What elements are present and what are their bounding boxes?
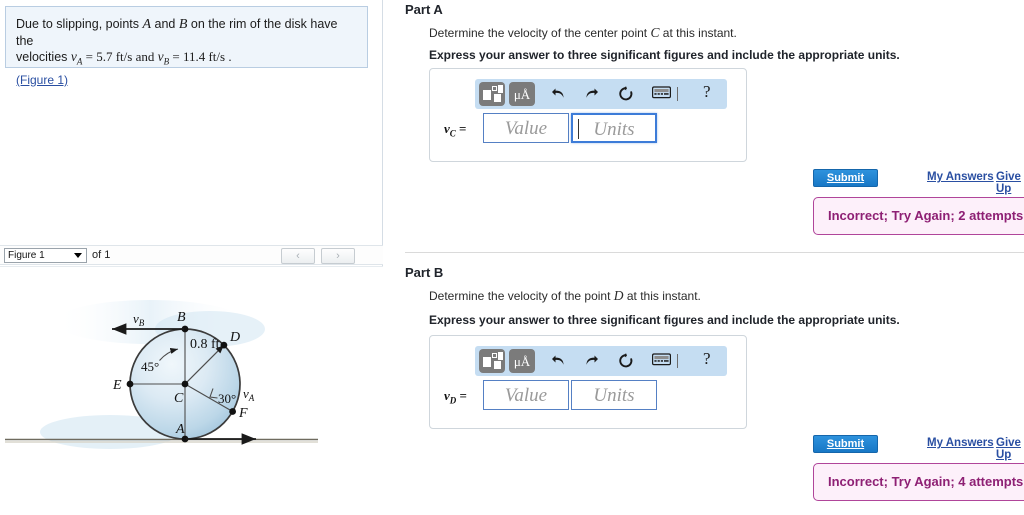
chevron-down-icon bbox=[74, 253, 82, 258]
part-a-feedback-message: Incorrect; Try Again; 2 attempts remaini… bbox=[813, 197, 1024, 235]
label-point-D: D bbox=[229, 330, 240, 345]
problem-page: Due to slipping, points A and B on the r… bbox=[0, 0, 1024, 514]
reset-icon[interactable] bbox=[615, 350, 637, 372]
label-point-E: E bbox=[112, 378, 122, 393]
undo-icon[interactable] bbox=[547, 350, 569, 372]
question-statement-box: Due to slipping, points A and B on the r… bbox=[5, 6, 368, 87]
point-D-dot bbox=[220, 341, 228, 349]
part-a-answer-box: μÅ ? vC = Value Units bbox=[429, 68, 747, 162]
part-b-submit-button[interactable]: Submit bbox=[813, 435, 878, 453]
toolbar-divider bbox=[677, 87, 678, 101]
part-a-instruction: Express your answer to three significant… bbox=[429, 48, 900, 62]
question-line2-part2: = 5.7 ft/s and bbox=[82, 49, 158, 64]
part-b-prompt-post: at this instant. bbox=[623, 289, 701, 303]
part-a-prompt-post: at this instant. bbox=[659, 26, 737, 40]
label-radius: 0.8 ft bbox=[190, 337, 220, 352]
help-icon[interactable]: ? bbox=[703, 82, 711, 102]
part-a-prompt: Determine the velocity of the center poi… bbox=[429, 25, 737, 41]
reset-icon[interactable] bbox=[615, 83, 637, 105]
part-a-my-answers-link[interactable]: My Answers bbox=[927, 171, 994, 183]
question-var-A: A bbox=[142, 17, 152, 32]
part-a-toolbar: μÅ ? bbox=[475, 79, 727, 109]
question-vB-symbol: vB bbox=[157, 49, 170, 67]
question-text: Due to slipping, points A and B on the r… bbox=[16, 16, 357, 88]
figure-canvas: vB vA B A E C D F 0.8 ft 45° 30° bbox=[0, 266, 383, 514]
label-point-A: A bbox=[175, 422, 185, 437]
redo-icon[interactable] bbox=[581, 83, 603, 105]
undo-icon[interactable] bbox=[547, 83, 569, 105]
question-line1-part1: Due to slipping, points bbox=[16, 17, 143, 31]
part-a-title: Part A bbox=[405, 2, 443, 17]
point-F-dot bbox=[229, 408, 237, 415]
label-point-F: F bbox=[238, 406, 248, 421]
label-vA: vA bbox=[243, 386, 255, 403]
question-line2-part1: velocities bbox=[16, 50, 71, 64]
figure-count-label: of 1 bbox=[92, 249, 111, 261]
part-a-value-input[interactable]: Value bbox=[483, 113, 569, 143]
label-point-B: B bbox=[177, 310, 186, 325]
units-micro-icon[interactable]: μÅ bbox=[509, 82, 535, 106]
redo-icon[interactable] bbox=[581, 350, 603, 372]
part-b-title: Part B bbox=[405, 265, 444, 280]
part-b-value-input[interactable]: Value bbox=[483, 380, 569, 410]
figure-select-value: Figure 1 bbox=[8, 250, 45, 261]
part-a-give-up-link[interactable]: Give Up bbox=[996, 171, 1024, 195]
part-b-feedback-message: Incorrect; Try Again; 4 attempts remaini… bbox=[813, 463, 1024, 501]
toolbar-divider bbox=[677, 354, 678, 368]
question-line1-part2: and bbox=[151, 17, 179, 31]
part-b-my-answers-link[interactable]: My Answers bbox=[927, 437, 994, 449]
label-angle-45: 45° bbox=[141, 359, 159, 374]
keyboard-icon[interactable] bbox=[649, 350, 673, 372]
point-E-dot bbox=[126, 380, 134, 388]
keyboard-icon[interactable] bbox=[649, 83, 673, 105]
part-b-prompt-var: D bbox=[613, 288, 624, 303]
figure-prev-button[interactable]: ‹ bbox=[281, 248, 315, 264]
question-line2-part3: = 11.4 ft/s . bbox=[169, 49, 232, 64]
left-panel: Due to slipping, points A and B on the r… bbox=[0, 0, 383, 514]
template-layout-icon[interactable] bbox=[479, 349, 505, 373]
part-a-submit-button[interactable]: Submit bbox=[813, 169, 878, 187]
right-panel: Part A Determine the velocity of the cen… bbox=[384, 0, 1024, 514]
label-point-C: C bbox=[174, 391, 184, 406]
part-b-give-up-link[interactable]: Give Up bbox=[996, 437, 1024, 461]
help-icon[interactable]: ? bbox=[703, 349, 711, 369]
figure-link[interactable]: (Figure 1) bbox=[16, 72, 68, 88]
part-b-units-input[interactable]: Units bbox=[571, 380, 657, 410]
part-b-prompt: Determine the velocity of the point D at… bbox=[429, 288, 701, 304]
part-b-toolbar: μÅ ? bbox=[475, 346, 727, 376]
part-a-prompt-pre: Determine the velocity of the center poi… bbox=[429, 26, 651, 40]
units-micro-icon[interactable]: μÅ bbox=[509, 349, 535, 373]
part-b-answer-box: μÅ ? vD = Value Units bbox=[429, 335, 747, 429]
part-a-answer-label: vC = bbox=[444, 121, 467, 139]
part-a-units-input[interactable]: Units bbox=[571, 113, 657, 143]
question-vA-symbol: vA bbox=[70, 49, 83, 67]
figure-select-dropdown[interactable]: Figure 1 bbox=[4, 248, 87, 263]
part-separator bbox=[405, 252, 1024, 253]
part-b-prompt-pre: Determine the velocity of the point bbox=[429, 289, 614, 303]
point-C-dot bbox=[181, 380, 189, 388]
figure-selector-bar: Figure 1 of 1 ‹ › bbox=[0, 245, 383, 265]
template-layout-icon[interactable] bbox=[479, 82, 505, 106]
part-b-instruction: Express your answer to three significant… bbox=[429, 313, 900, 327]
figure-next-button[interactable]: › bbox=[321, 248, 355, 264]
disk-diagram: vB vA B A E C D F 0.8 ft 45° 30° bbox=[5, 300, 318, 449]
part-b-answer-label: vD = bbox=[444, 388, 467, 406]
label-angle-30: 30° bbox=[218, 391, 236, 406]
